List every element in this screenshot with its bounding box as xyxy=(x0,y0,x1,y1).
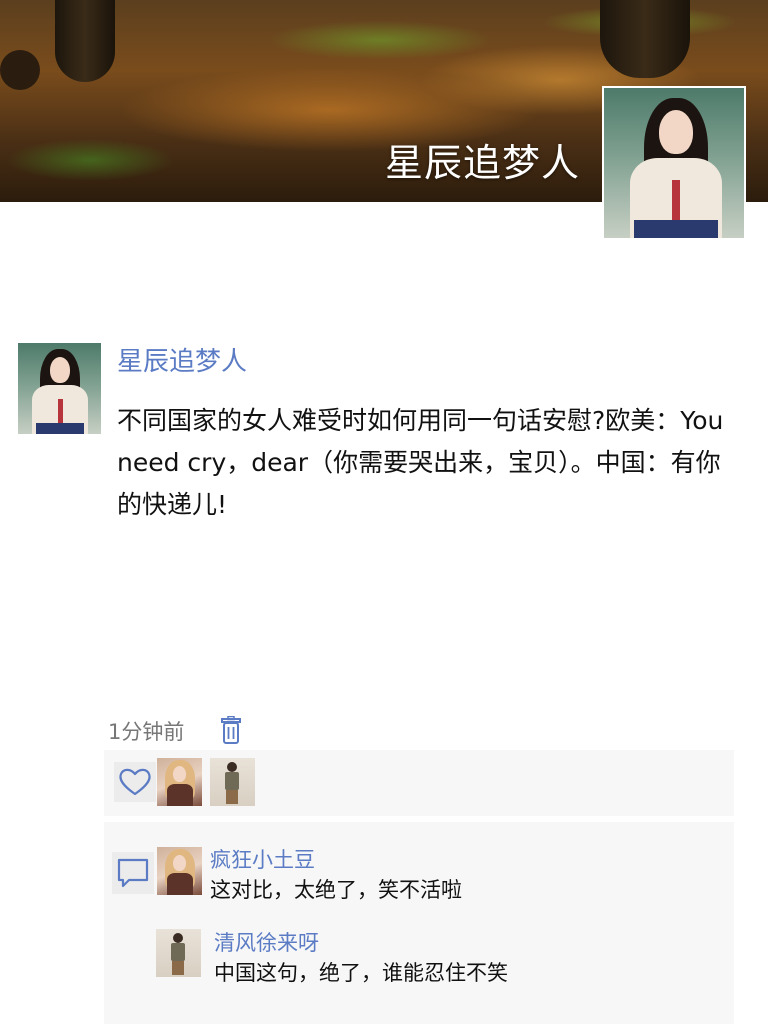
avatar-body xyxy=(167,873,193,895)
comment-bubble-icon xyxy=(117,858,149,888)
avatar-face xyxy=(659,110,693,154)
trash-icon xyxy=(221,715,241,744)
avatar-hair xyxy=(173,933,183,943)
post-author-name[interactable]: 星辰追梦人 xyxy=(117,341,247,378)
avatar-face xyxy=(173,766,186,782)
avatar-sash xyxy=(672,180,680,220)
delete-button[interactable] xyxy=(219,715,243,746)
post-author-avatar[interactable] xyxy=(18,343,101,434)
avatar-legs xyxy=(226,790,238,804)
comment-author[interactable]: 清风徐来呀 xyxy=(214,927,319,957)
comment-text: 中国这句，绝了，谁能忍住不笑 xyxy=(214,961,508,985)
avatar-sash xyxy=(58,399,63,423)
avatar-body xyxy=(171,943,185,961)
avatar-face xyxy=(173,855,186,871)
avatar-skirt xyxy=(634,220,718,238)
likes-panel xyxy=(104,750,734,816)
profile-avatar[interactable] xyxy=(602,86,746,240)
comment-avatar[interactable] xyxy=(156,929,201,977)
liker-avatar[interactable] xyxy=(210,758,255,806)
liker-avatar[interactable] xyxy=(157,758,202,806)
avatar-skirt xyxy=(36,423,84,434)
post-timestamp: 1分钟前 xyxy=(108,720,185,744)
tree-trunk xyxy=(0,50,40,90)
comments-panel: 疯狂小土豆 这对比，太绝了，笑不活啦 清风徐来呀 中国这句，绝了，谁能忍住不笑 xyxy=(104,822,734,1024)
avatar-legs xyxy=(172,961,184,975)
comment-author[interactable]: 疯狂小土豆 xyxy=(210,844,315,874)
avatar-body xyxy=(225,772,239,790)
tree-trunk xyxy=(600,0,690,78)
comment-button[interactable] xyxy=(112,852,154,894)
like-button[interactable] xyxy=(114,762,156,802)
avatar-hair xyxy=(227,762,237,772)
avatar-body xyxy=(167,784,193,806)
comment-text: 这对比，太绝了，笑不活啦 xyxy=(210,878,462,902)
comment-avatar[interactable] xyxy=(157,847,202,895)
heart-icon xyxy=(119,768,151,796)
tree-trunk xyxy=(55,0,115,82)
avatar-face xyxy=(50,357,70,383)
post-text: 不同国家的女人难受时如何用同一句话安慰?欧美：You need cry，dear… xyxy=(117,406,724,519)
profile-name: 星辰追梦人 xyxy=(384,141,580,185)
